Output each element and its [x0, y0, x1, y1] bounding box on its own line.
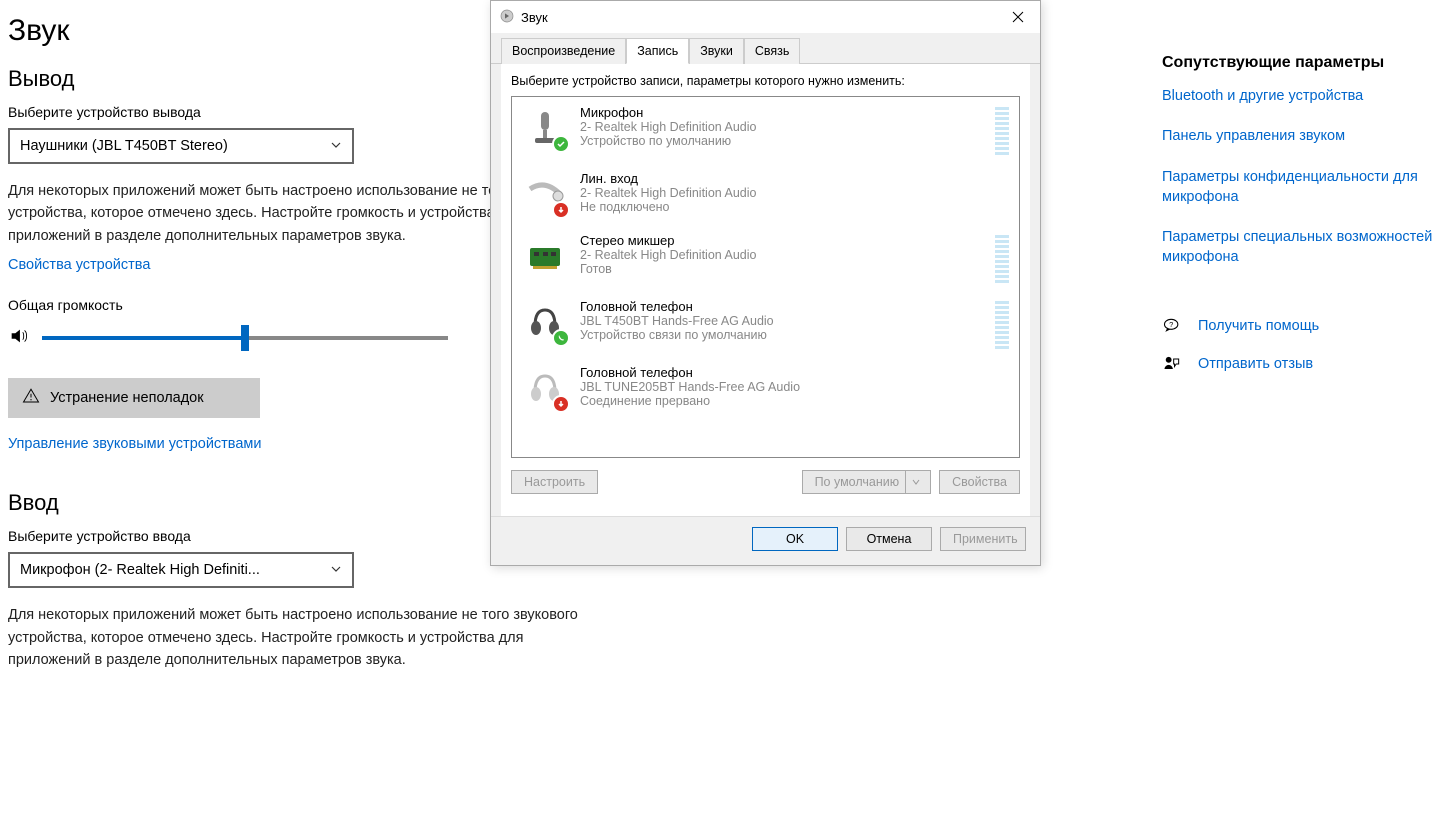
speaker-icon[interactable] — [8, 325, 30, 350]
sound-dialog-icon — [499, 8, 515, 27]
chevron-down-icon — [330, 139, 342, 154]
device-subtitle: JBL TUNE205BT Hands-Free AG Audio — [580, 380, 1009, 394]
recording-device-item[interactable]: Головной телефонJBL T450BT Hands-Free AG… — [512, 291, 1019, 357]
dialog-tabs: Воспроизведение Запись Звуки Связь — [491, 33, 1040, 64]
recording-device-item[interactable]: Стерео микшер2- Realtek High Definition … — [512, 225, 1019, 291]
device-name: Лин. вход — [580, 171, 1009, 186]
device-properties-link[interactable]: Свойства устройства — [8, 257, 150, 273]
input-device-value: Микрофон (2- Realtek High Definiti... — [20, 562, 260, 578]
device-icon — [522, 105, 568, 151]
tab-playback[interactable]: Воспроизведение — [501, 38, 626, 64]
input-description: Для некоторых приложений может быть наст… — [8, 604, 588, 671]
feedback-label: Отправить отзыв — [1198, 356, 1313, 372]
level-meter — [995, 233, 1009, 283]
cancel-button[interactable]: Отмена — [846, 527, 932, 551]
volume-slider-thumb[interactable] — [241, 325, 249, 351]
input-device-combo[interactable]: Микрофон (2- Realtek High Definiti... — [8, 552, 354, 588]
phone-badge-icon — [552, 329, 570, 347]
related-link-mic-privacy[interactable]: Параметры конфиденциальности для микрофо… — [1162, 167, 1450, 208]
get-help-link[interactable]: ? Получить помощь — [1162, 316, 1450, 336]
device-name: Стерео микшер — [580, 233, 983, 248]
troubleshoot-button[interactable]: Устранение неполадок — [8, 378, 260, 418]
device-status: Устройство по умолчанию — [580, 134, 983, 148]
device-name: Головной телефон — [580, 299, 983, 314]
ok-button[interactable]: OK — [752, 527, 838, 551]
set-default-label: По умолчанию — [815, 475, 900, 489]
warning-icon — [22, 387, 40, 409]
device-status: Соединение прервано — [580, 394, 1009, 408]
device-name: Микрофон — [580, 105, 983, 120]
chevron-down-icon — [905, 471, 926, 493]
dialog-instruction: Выберите устройство записи, параметры ко… — [511, 74, 1020, 88]
device-subtitle: 2- Realtek High Definition Audio — [580, 120, 983, 134]
output-device-combo[interactable]: Наушники (JBL T450BT Stereo) — [8, 128, 354, 164]
recording-device-item[interactable]: Микрофон2- Realtek High Definition Audio… — [512, 97, 1019, 163]
properties-button[interactable]: Свойства — [939, 470, 1020, 494]
device-subtitle: 2- Realtek High Definition Audio — [580, 186, 1009, 200]
device-icon — [522, 365, 568, 411]
related-link-sound-panel[interactable]: Панель управления звуком — [1162, 126, 1450, 146]
feedback-link[interactable]: Отправить отзыв — [1162, 354, 1450, 374]
dialog-close-button[interactable] — [996, 2, 1040, 32]
apply-button[interactable]: Применить — [940, 527, 1026, 551]
svg-text:?: ? — [1169, 320, 1173, 329]
dialog-titlebar: Звук — [491, 1, 1040, 33]
volume-slider[interactable] — [42, 336, 448, 340]
device-status: Готов — [580, 262, 983, 276]
tab-communications[interactable]: Связь — [744, 38, 801, 64]
check-badge-icon — [552, 135, 570, 153]
device-name: Головной телефон — [580, 365, 1009, 380]
sound-dialog: Звук Воспроизведение Запись Звуки Связь … — [490, 0, 1041, 566]
device-icon — [522, 171, 568, 217]
output-device-value: Наушники (JBL T450BT Stereo) — [20, 138, 228, 154]
recording-device-item[interactable]: Головной телефонJBL TUNE205BT Hands-Free… — [512, 357, 1019, 419]
device-subtitle: 2- Realtek High Definition Audio — [580, 248, 983, 262]
device-status: Не подключено — [580, 200, 1009, 214]
manage-sound-devices-link[interactable]: Управление звуковыми устройствами — [8, 436, 261, 452]
level-meter — [995, 105, 1009, 155]
get-help-label: Получить помощь — [1198, 318, 1319, 334]
related-settings-heading: Сопутствующие параметры — [1162, 54, 1450, 72]
troubleshoot-label: Устранение неполадок — [50, 390, 204, 406]
set-default-button[interactable]: По умолчанию — [802, 470, 932, 494]
configure-button[interactable]: Настроить — [511, 470, 598, 494]
chat-help-icon: ? — [1162, 316, 1182, 336]
chevron-down-icon — [330, 563, 342, 578]
recording-device-item[interactable]: Лин. вход2- Realtek High Definition Audi… — [512, 163, 1019, 225]
dialog-title: Звук — [521, 10, 548, 25]
level-meter — [995, 299, 1009, 349]
tab-sounds[interactable]: Звуки — [689, 38, 744, 64]
feedback-icon — [1162, 354, 1182, 374]
device-icon — [522, 299, 568, 345]
tab-recording[interactable]: Запись — [626, 38, 689, 64]
device-subtitle: JBL T450BT Hands-Free AG Audio — [580, 314, 983, 328]
related-link-bluetooth[interactable]: Bluetooth и другие устройства — [1162, 86, 1450, 106]
device-status: Устройство связи по умолчанию — [580, 328, 983, 342]
recording-device-list[interactable]: Микрофон2- Realtek High Definition Audio… — [511, 96, 1020, 458]
device-icon — [522, 233, 568, 279]
error-badge-icon — [552, 395, 570, 413]
error-badge-icon — [552, 201, 570, 219]
related-link-mic-accessibility[interactable]: Параметры специальных возможностей микро… — [1162, 227, 1450, 268]
